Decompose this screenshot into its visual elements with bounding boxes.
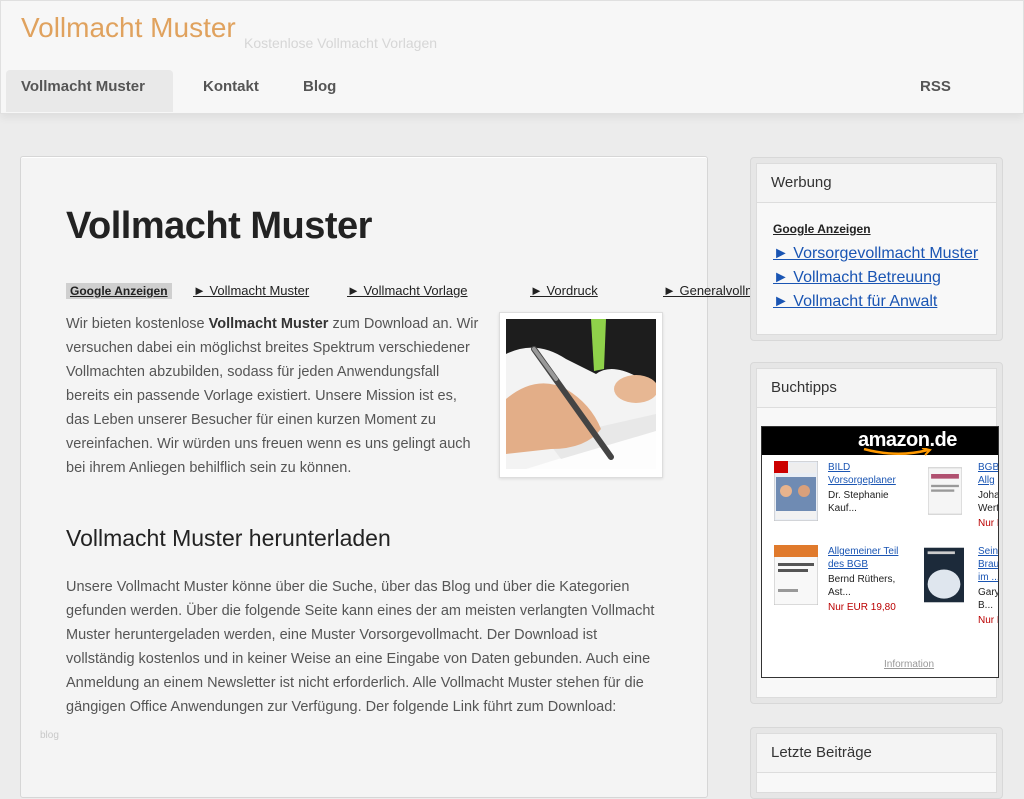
amazon-information-link[interactable]: Information <box>884 659 934 670</box>
widget-letzte-beitraege: Letzte Beiträge <box>750 727 1003 799</box>
section-body: Unsere Vollmacht Muster könne über die S… <box>66 579 655 715</box>
signing-photo <box>499 312 663 478</box>
product-sein-brau[interactable]: Sein Brau im ... Gary B... Nur E <box>924 545 998 625</box>
site-header: Vollmacht Muster Kostenlose Vollmacht Vo… <box>0 0 1024 114</box>
sidebar-link-vollmacht-betreuung[interactable]: ► Vollmacht Betreuung <box>773 269 941 287</box>
hand-signing-image <box>506 319 656 469</box>
ad-link-vordruck[interactable]: ► Vordruck <box>530 283 598 298</box>
widget-title-letzte-beitraege: Letzte Beiträge <box>757 734 996 773</box>
widget-title-werbung: Werbung <box>757 164 996 203</box>
nav-vollmacht-muster[interactable]: Vollmacht Muster <box>6 70 173 112</box>
book-cover-icon <box>774 545 818 605</box>
book-cover-icon <box>924 547 964 603</box>
google-ads-row: Google Anzeigen ► Vollmacht Muster ► Vol… <box>66 283 781 303</box>
amazon-header: amazon.de <box>762 427 998 456</box>
ad-link-vollmacht-vorlage[interactable]: ► Vollmacht Vorlage <box>347 283 468 298</box>
product-allgemeiner-teil-bgb[interactable]: Allgemeiner Teil des BGB Bernd Rüthers, … <box>774 545 934 625</box>
nav-kontakt[interactable]: Kontakt <box>203 70 259 112</box>
product-bgb-allgemeiner[interactable]: BGB Allg Joha Wert Nur E <box>924 461 998 541</box>
amazon-smile-icon <box>863 448 932 456</box>
product-bild-vorsorgeplaner[interactable]: BILD Vorsorgeplaner Dr. Stephanie Kauf..… <box>774 461 934 541</box>
intro-paragraph: Wir bieten kostenlose Vollmacht Muster z… <box>66 316 479 476</box>
section-title: Vollmacht Muster herunterladen <box>66 525 391 551</box>
sidebar-google-ads-label[interactable]: Google Anzeigen <box>773 222 871 236</box>
amazon-widget: amazon.de BILD Vorsorgeplaner Dr. Stepha… <box>761 426 999 678</box>
widget-title-buchtipps: Buchtipps <box>757 369 996 408</box>
widget-werbung: Werbung Google Anzeigen ► Vorsorgevollma… <box>750 157 1003 341</box>
site-tagline: Kostenlose Vollmacht Vorlagen <box>244 35 438 51</box>
book-cover-icon <box>774 461 818 521</box>
main-content: Vollmacht Muster Google Anzeigen ► Vollm… <box>20 156 781 798</box>
nav-blog[interactable]: Blog <box>303 70 336 112</box>
page-title: Vollmacht Muster <box>66 205 372 247</box>
site-title-link[interactable]: Vollmacht Muster <box>21 12 236 44</box>
ad-link-vollmacht-muster[interactable]: ► Vollmacht Muster <box>193 283 309 298</box>
nav-rss[interactable]: RSS <box>920 70 951 112</box>
google-ads-label[interactable]: Google Anzeigen <box>66 283 172 299</box>
book-cover-icon <box>928 467 962 515</box>
sidebar-link-vorsorgevollmacht[interactable]: ► Vorsorgevollmacht Muster <box>773 245 978 263</box>
sidebar-link-vollmacht-anwalt[interactable]: ► Vollmacht für Anwalt <box>773 293 937 311</box>
blog-watermark: blog <box>40 730 59 741</box>
